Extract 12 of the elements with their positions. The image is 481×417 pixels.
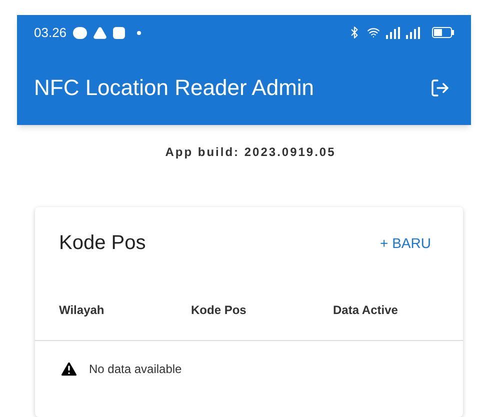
status-time: 03.26 xyxy=(34,24,67,42)
column-header[interactable]: Kode Pos xyxy=(191,300,333,318)
app-title: NFC Location Reader Admin xyxy=(34,74,316,102)
column-header[interactable]: Wilayah xyxy=(59,300,191,318)
card-title: Kode Pos xyxy=(59,231,147,256)
bluetooth-icon xyxy=(348,26,361,39)
build-info: App build: 2023.0919.05 xyxy=(165,144,336,161)
empty-message: No data available xyxy=(89,361,182,378)
column-header[interactable]: Data Active xyxy=(333,300,439,318)
logout-icon xyxy=(430,78,450,98)
new-button[interactable]: + BARU xyxy=(372,228,439,258)
battery-icon xyxy=(432,27,454,38)
